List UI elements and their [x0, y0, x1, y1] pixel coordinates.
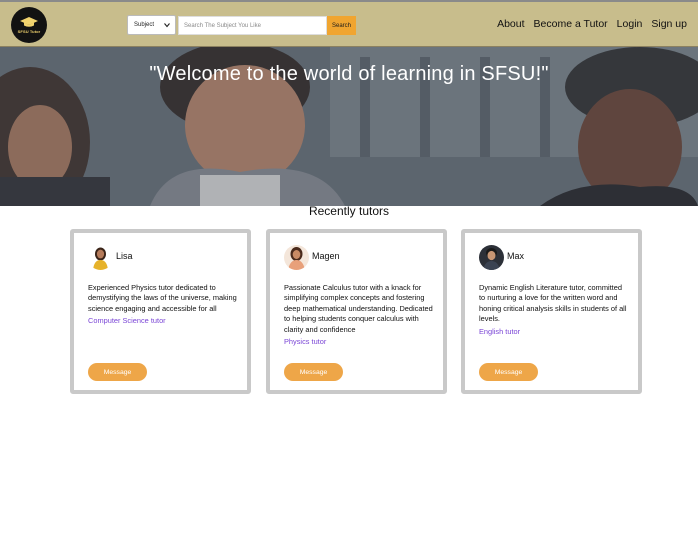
- avatar: [284, 245, 309, 270]
- subject-select-value: Subject: [134, 22, 155, 28]
- nav-login[interactable]: Login: [617, 18, 643, 30]
- message-button[interactable]: Message: [284, 363, 343, 381]
- chevron-down-icon: [164, 23, 170, 28]
- hero-banner: "Welcome to the world of learning in SFS…: [0, 47, 698, 206]
- graduation-cap-icon: [20, 16, 38, 27]
- sfsu-tutor-logo[interactable]: SFSU Tutor: [11, 7, 47, 43]
- tutor-avatar-image: [284, 245, 309, 270]
- tutor-avatar-image: [479, 245, 504, 270]
- tutor-name: Magen: [312, 251, 340, 261]
- tutor-bio-text: Experienced Physics tutor dedicated to d…: [88, 283, 237, 313]
- tutor-card: Lisa Experienced Physics tutor dedicated…: [70, 229, 251, 394]
- message-button[interactable]: Message: [479, 363, 538, 381]
- tutor-card: Magen Passionate Calculus tutor with a k…: [266, 229, 447, 394]
- hero-title: "Welcome to the world of learning in SFS…: [149, 63, 549, 85]
- avatar: [479, 245, 504, 270]
- main-nav: About Become a Tutor Login Sign up: [497, 18, 687, 30]
- nav-sign-up[interactable]: Sign up: [651, 18, 687, 30]
- tutor-bio-text: Passionate Calculus tutor with a knack f…: [284, 283, 433, 334]
- subject-select[interactable]: Subject: [127, 15, 176, 35]
- top-navbar: SFSU Tutor Subject Search The Subject Yo…: [0, 0, 698, 47]
- message-button[interactable]: Message: [88, 363, 147, 381]
- tutor-card: Max Dynamic English Literature tutor, co…: [461, 229, 642, 394]
- tutor-bio: Experienced Physics tutor dedicated to d…: [88, 283, 238, 327]
- section-title: Recently tutors: [308, 204, 390, 218]
- search-placeholder: Search The Subject You Like: [184, 22, 261, 29]
- search-input[interactable]: Search The Subject You Like: [178, 16, 327, 35]
- tutor-name: Lisa: [116, 251, 133, 261]
- tutor-subject-link[interactable]: English tutor: [479, 327, 629, 337]
- search-button[interactable]: Search: [327, 16, 356, 35]
- tutor-subject-link[interactable]: Physics tutor: [284, 337, 434, 347]
- logo-text: SFSU Tutor: [17, 28, 41, 34]
- avatar: [88, 245, 113, 270]
- tutor-subject-link[interactable]: Computer Science tutor: [88, 316, 238, 326]
- tutor-bio: Passionate Calculus tutor with a knack f…: [284, 283, 434, 347]
- tutor-bio-text: Dynamic English Literature tutor, commit…: [479, 283, 627, 324]
- tutor-bio: Dynamic English Literature tutor, commit…: [479, 283, 629, 337]
- tutor-avatar-image: [88, 245, 113, 270]
- nav-become-a-tutor[interactable]: Become a Tutor: [534, 18, 608, 30]
- tutor-name: Max: [507, 251, 525, 261]
- nav-about[interactable]: About: [497, 18, 524, 30]
